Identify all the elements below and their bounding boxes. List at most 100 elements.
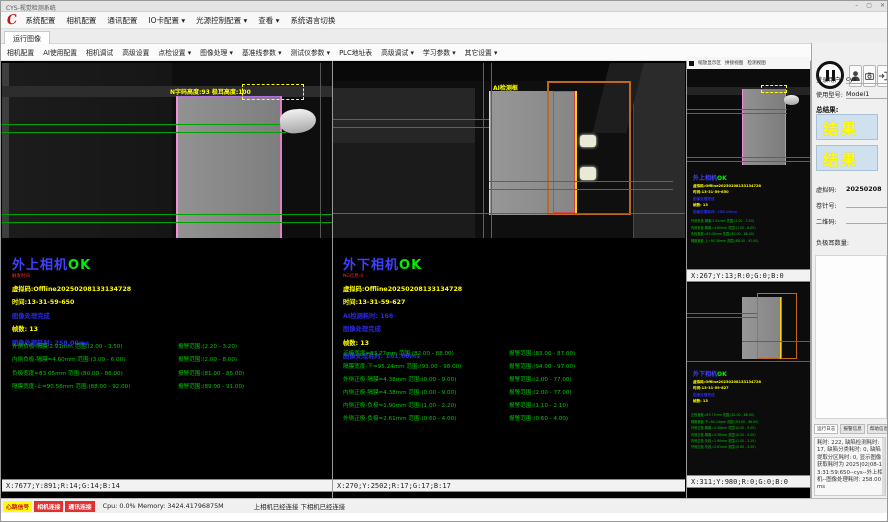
tab-highlight [580, 167, 596, 180]
alarm-text: 报警范围:(83.00 - 87.00) [509, 349, 575, 357]
maximize-icon[interactable]: ▢ [866, 2, 872, 9]
measure-line [742, 341, 810, 342]
close-icon[interactable]: ✕ [880, 2, 885, 9]
thumb-header-zoom[interactable]: 缩放显示区 [698, 60, 721, 66]
measure-row: 负极宽度=83.05mm 范围:(80.00 - 86.00) 报警范围:(81… [12, 369, 332, 377]
alarm-text: 报警范围:(0.60 - 4.00) [509, 414, 568, 422]
camera-name: 外上相机 [12, 258, 68, 273]
tool-learning-params[interactable]: 学习参数 ▾ [423, 47, 456, 57]
measure-row: 隔膜宽度-上=90.56mm 范围:(88.00 - 92.00) 报警范围:(… [12, 382, 332, 390]
measure-text: 负极宽度=83.05mm 范围:(80.00 - 86.00) [691, 231, 807, 236]
measure-line [491, 63, 492, 238]
tab-run-image[interactable]: 运行图像 [4, 31, 50, 44]
model-label: 使用型号: [816, 92, 843, 99]
alarm-text: 报警范围:(94.00 - 97.00) [509, 362, 575, 370]
result-overlay-middle: 外下相机OK NG信息:0 虚拟码:Offline202502081331347… [343, 254, 643, 360]
camera-panel-middle: AI检测框 外下相机OK NG信息:0 虚拟码:Offline202502081… [333, 61, 685, 498]
tool-plc-address[interactable]: PLC地址表 [339, 47, 372, 57]
ai-detect-box [757, 293, 797, 359]
virtual-code: 虚拟码:Offline20250208133134728 [693, 380, 761, 385]
menu-io-config[interactable]: IO卡配置 ▾ [148, 15, 185, 26]
measure-row: 外侧正极-隔膜=4.38mm 范围:(0.00 - 9.00) 报警范围:(2.… [343, 375, 673, 383]
tool-image-processing[interactable]: 图像处理 ▾ [200, 47, 233, 57]
thumb-header-detect-view[interactable]: 检测视图 [747, 60, 765, 66]
log-textarea[interactable]: 耗时: 222, 缺陷检测耗时: 17, 缺陷分类耗时: 0, 缺陷提取分区耗时… [814, 437, 886, 496]
mini-result-title: 外下相机OK [693, 369, 761, 378]
process-cost: 图像处理耗时: 258.00ms [693, 210, 761, 215]
measure-text: 外侧正极-隔膜=4.38mm 范围:(0.00 - 9.00) [343, 377, 456, 383]
tab-highlight [580, 135, 596, 147]
qr-code-value[interactable] [846, 217, 888, 224]
ai-cost: AI检测耗时: 168 [343, 311, 643, 320]
measure-line [687, 313, 757, 314]
frame-count: 帧数: 13 [343, 338, 643, 347]
log-tab-alarm[interactable]: 报警信息 [840, 424, 864, 434]
tool-advanced-debug[interactable]: 高级调试 ▾ [381, 47, 414, 57]
model-value[interactable]: Model1 [846, 90, 888, 99]
tool-baseline-params[interactable]: 基准线参数 ▾ [242, 47, 282, 57]
image-structure [320, 63, 321, 238]
measure-text: 内侧正极-负极=1.90mm 范围:(1.00 - 2.20) [343, 403, 456, 409]
pin-number-label: 卷针号: [816, 203, 837, 210]
measure-line [489, 189, 673, 190]
login-user-value[interactable]: cys [846, 75, 888, 84]
measure-text: 外侧正极-负极=2.61mm 范围:(0.60 - 4.00) [691, 444, 807, 449]
menu-camera-config[interactable]: 相机配置 [66, 15, 96, 26]
heartbeat-badge: 心跳信号 [3, 501, 32, 512]
process-done: 图像处理完成 [343, 324, 643, 333]
thumbnail-top[interactable]: 外上相机OK 虚拟码:Offline20250208133134728 时间:1… [687, 69, 810, 269]
menu-light-config[interactable]: 光源控制配置 ▾ [196, 15, 247, 26]
thumbnail-header: 缩放显示区 拼接视图 检测视图 [687, 57, 810, 69]
measure-text: 正极宽度=83.77mm 范围:(82.00 - 88.00) [343, 351, 454, 357]
virtual-code-label: 虚拟码: [816, 187, 837, 194]
roi-box [242, 84, 304, 100]
menu-language-switch[interactable]: 系统语言切换 [290, 15, 335, 26]
camera-image-middle[interactable]: AI检测框 [333, 63, 685, 238]
anode-tab-count-field: 负极耳数量: [816, 238, 849, 247]
model-field: 使用型号: Model1 [816, 90, 843, 99]
tool-tester-params[interactable]: 测试仪参数 ▾ [291, 47, 331, 57]
alarm-text: 报警范围:(2.20 - 3.20) [178, 342, 237, 350]
electrode-region [742, 89, 786, 165]
camera-link-badge: 相机连接 [34, 501, 63, 512]
result-box-1: 结果 [816, 114, 878, 140]
measure-row: 内侧正极-负极=1.90mm 范围:(1.00 - 2.20) 报警范围:(1.… [343, 401, 673, 409]
camera-image-left[interactable]: N字码高度:93 极耳高度:100 [2, 63, 332, 238]
menu-view[interactable]: 查看 ▾ [258, 15, 279, 26]
measure-line [483, 63, 484, 238]
tool-spot-check[interactable]: 点检设置 ▾ [158, 47, 191, 57]
tool-advanced-settings[interactable]: 高级设置 [122, 47, 149, 57]
tool-ai-config[interactable]: AI使用配置 [43, 47, 77, 57]
thumb-header-stitch-view[interactable]: 拼接视图 [725, 60, 743, 66]
minimize-icon[interactable]: – [855, 2, 858, 9]
thumbnail-bottom[interactable]: 外下相机OK 虚拟码:Offline20250208133134728 时间:1… [687, 283, 810, 475]
pin-number-value[interactable] [846, 201, 888, 208]
virtual-code: 虚拟码:Offline20250208133134728 [343, 284, 643, 293]
measure-line [2, 214, 332, 215]
camera-name: 外上相机 [693, 175, 717, 182]
measure-text: 外侧负极-隔膜:2.91mm 范围:(2.00 - 3.50) [12, 344, 123, 350]
log-tab-help[interactable]: 帮助信息 [867, 424, 888, 434]
pixel-readout-left: X:7677;Y:891;R:14;G:14;B:14 [2, 479, 332, 492]
measure-text: 隔膜宽度-上=90.56mm 范围:(88.00 - 92.00) [12, 384, 130, 390]
process-done: 图像处理完成 [693, 393, 761, 398]
result-ok: OK [68, 258, 91, 273]
measure-text: 内侧正极-隔膜=4.38mm 范围:(0.00 - 9.00) [343, 390, 456, 396]
menu-comm-config[interactable]: 通讯配置 [107, 15, 137, 26]
measure-line [333, 213, 685, 214]
menu-system-config[interactable]: 系统配置 [25, 15, 55, 26]
tool-other-settings[interactable]: 其它设置 ▾ [465, 47, 498, 57]
tool-camera-debug[interactable]: 相机调试 [86, 47, 113, 57]
log-tabs: 运行日志 报警信息 帮助信息 [814, 424, 888, 434]
tool-camera-config[interactable]: 相机配置 [7, 47, 34, 57]
log-scrollbar[interactable] [882, 438, 885, 495]
qr-code-label: 二维码: [816, 219, 837, 226]
log-tab-run[interactable]: 运行日志 [814, 424, 838, 434]
mini-rows: 外侧负极-隔膜:2.91mm 范围:(2.00 - 3.50) 内侧负极-隔膜=… [691, 217, 807, 243]
log-text: 耗时: 222, 缺陷检测耗时: 17, 缺陷分类耗时: 0, 缺陷提取分区耗时… [817, 440, 883, 490]
qr-code-field: 二维码: [816, 217, 837, 226]
app-window: CYS-视觉检测系统 – ▢ ✕ C 系统配置 相机配置 通讯配置 IO卡配置 … [0, 0, 888, 522]
trigger-info: 触发时间 [12, 273, 312, 279]
virtual-code: 虚拟码:Offline20250208133134728 [12, 284, 312, 293]
alarm-text: 报警范围:(2.00 - 8.00) [178, 355, 237, 363]
